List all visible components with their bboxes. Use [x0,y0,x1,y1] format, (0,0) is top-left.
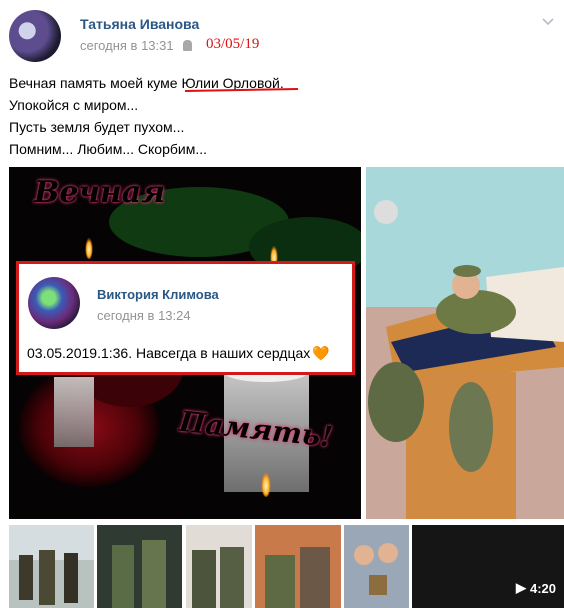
author-avatar[interactable] [9,10,61,62]
comment-card: Виктория Климова сегодня в 13:24 03.05.2… [16,261,355,375]
android-icon [182,40,192,51]
memorial-title-top: Вечная [33,175,165,210]
comment-author[interactable]: Виктория Климова [97,287,219,302]
thumb-photo-3[interactable] [186,525,252,608]
photo-graphic [366,167,564,519]
play-icon: ▶ [515,580,526,595]
photo-woman-on-bed[interactable] [366,167,564,519]
comment-text: 03.05.2019.1:36. Навсегда в наших сердца… [27,345,311,361]
post-line-3: Пусть земля будет пухом... [9,119,185,135]
handwritten-date: 03/05/19 [206,36,260,52]
thumb-4-graphic [255,525,341,608]
comment-avatar[interactable] [28,277,80,329]
thumb-photo-5[interactable] [344,525,409,608]
thumb-3-graphic [186,525,252,608]
post-meta: сегодня в 13:31 [80,38,196,53]
post-line-4: Помним... Любим... Скорбим... [9,141,208,157]
chevron-down-icon[interactable] [541,14,555,28]
video-duration-badge: ▶ 4:20 [516,580,556,596]
thumb-photo-4[interactable] [255,525,341,608]
thumb-photo-1[interactable] [9,525,94,608]
post-time[interactable]: сегодня в 13:31 [80,38,174,53]
video-duration: 4:20 [529,580,556,596]
thumb-photo-2[interactable] [97,525,182,608]
thumb-1-graphic [9,525,94,608]
author-name[interactable]: Татьяна Иванова [80,16,199,32]
comment-text-line: 03.05.2019.1:36. Навсегда в наших сердца… [27,345,330,362]
post-line-2: Упокойся с миром... [9,97,139,113]
thumb-5-graphic [344,525,409,608]
thumb-2-graphic [97,525,182,608]
heart-emoji-icon: 🧡 [312,345,330,361]
comment-time[interactable]: сегодня в 13:24 [97,308,191,323]
video-thumbnail[interactable]: ▶ 4:20 [412,525,564,608]
